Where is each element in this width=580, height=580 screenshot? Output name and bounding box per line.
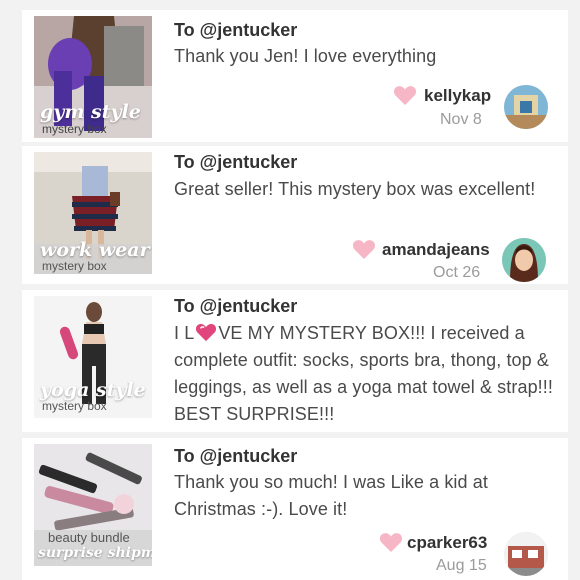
heart-icon[interactable] (379, 531, 403, 553)
review-recipient[interactable]: To @jentucker (174, 296, 297, 317)
review-message: Thank you so much! I was Like a kid at C… (174, 472, 488, 519)
review-message: Great seller! This mystery box was excel… (174, 179, 536, 199)
listing-thumbnail[interactable]: yoga style mystery box (34, 296, 152, 418)
thumbnail-subtitle: mystery box (42, 259, 107, 273)
heart-icon[interactable] (352, 238, 376, 260)
reviewer-username[interactable]: amandajeans (382, 240, 490, 260)
review-card[interactable]: yoga style mystery box To @jentucker I L… (22, 290, 568, 432)
review-message: I L VE MY MYSTERY BOX!!! I received a com… (174, 320, 554, 428)
thumbnail-subtitle: mystery box (42, 122, 107, 136)
message-text: VE MY MYSTERY BOX!!! I received a comple… (174, 323, 553, 424)
thumbnail-subtitle: beauty bundle (48, 530, 130, 545)
message-text: I L (174, 323, 195, 343)
review-recipient[interactable]: To @jentucker (174, 20, 297, 41)
listing-thumbnail[interactable]: gym style mystery box (34, 16, 152, 138)
thumbnail-title: surprise shipment (38, 545, 152, 561)
thumbnail-subtitle: mystery box (42, 399, 107, 413)
avatar[interactable] (502, 238, 546, 282)
review-recipient[interactable]: To @jentucker (174, 152, 297, 173)
listing-thumbnail[interactable]: beauty bundle surprise shipment (34, 444, 152, 566)
review-card[interactable]: work wear mystery box To @jentucker Grea… (22, 146, 568, 284)
review-message: Thank you Jen! I love everything (174, 46, 437, 66)
heart-emoji-icon (196, 323, 217, 342)
reviewer-username[interactable]: cparker63 (407, 533, 487, 553)
review-card[interactable]: gym style mystery box To @jentucker Than… (22, 10, 568, 142)
thumbnail-title: gym style (40, 101, 141, 123)
heart-icon[interactable] (393, 84, 417, 106)
review-date: Nov 8 (440, 111, 482, 128)
review-recipient[interactable]: To @jentucker (174, 446, 297, 467)
listing-thumbnail[interactable]: work wear mystery box (34, 152, 152, 274)
thumbnail-title: work wear (40, 239, 150, 261)
review-date: Aug 15 (436, 557, 487, 574)
review-card[interactable]: beauty bundle surprise shipment To @jent… (22, 438, 568, 580)
thumbnail-title: yoga style (40, 379, 146, 401)
reviewer-username[interactable]: kellykap (424, 86, 491, 106)
avatar[interactable] (504, 532, 548, 576)
review-date: Oct 26 (433, 264, 481, 281)
avatar[interactable] (504, 85, 548, 129)
